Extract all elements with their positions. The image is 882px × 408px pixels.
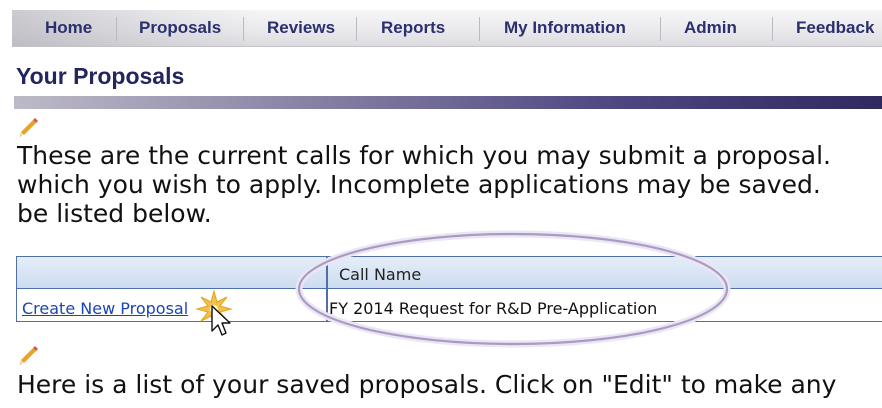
pencil-icon [20, 346, 38, 365]
nav-separator [356, 17, 357, 41]
table-header-row [17, 257, 882, 289]
pencil-icon [20, 118, 38, 137]
nav-item-feedback[interactable]: Feedback [796, 10, 874, 46]
title-underline-bar [14, 96, 882, 109]
intro-line: be listed below. [17, 199, 212, 228]
nav-item-admin[interactable]: Admin [684, 10, 737, 46]
top-nav-bar: Home Proposals Reviews Reports My Inform… [12, 10, 882, 47]
column-header-call-name: Call Name [339, 265, 422, 284]
page-title: Your Proposals [16, 63, 185, 89]
nav-item-reviews[interactable]: Reviews [267, 10, 335, 46]
nav-separator [660, 17, 661, 41]
nav-item-home[interactable]: Home [45, 10, 92, 46]
nav-item-reports[interactable]: Reports [381, 10, 445, 46]
intro-line: which you wish to apply. Incomplete appl… [17, 170, 821, 199]
intro-line: These are the current calls for which yo… [17, 141, 832, 170]
nav-separator [479, 17, 480, 41]
calls-table: Call Name Create New Proposal FY 2014 Re… [16, 256, 882, 322]
call-name-cell: FY 2014 Request for R&D Pre-Application [329, 299, 658, 318]
nav-item-proposals[interactable]: Proposals [139, 10, 221, 46]
nav-separator [243, 17, 244, 41]
intro-text: These are the current calls for which yo… [17, 141, 882, 228]
nav-separator [116, 17, 117, 41]
nav-item-my-information[interactable]: My Information [504, 10, 626, 46]
column-separator [326, 257, 328, 321]
saved-proposals-text: Here is a list of your saved proposals. … [17, 370, 837, 399]
create-new-proposal-link[interactable]: Create New Proposal [22, 299, 188, 318]
nav-separator [772, 17, 773, 41]
